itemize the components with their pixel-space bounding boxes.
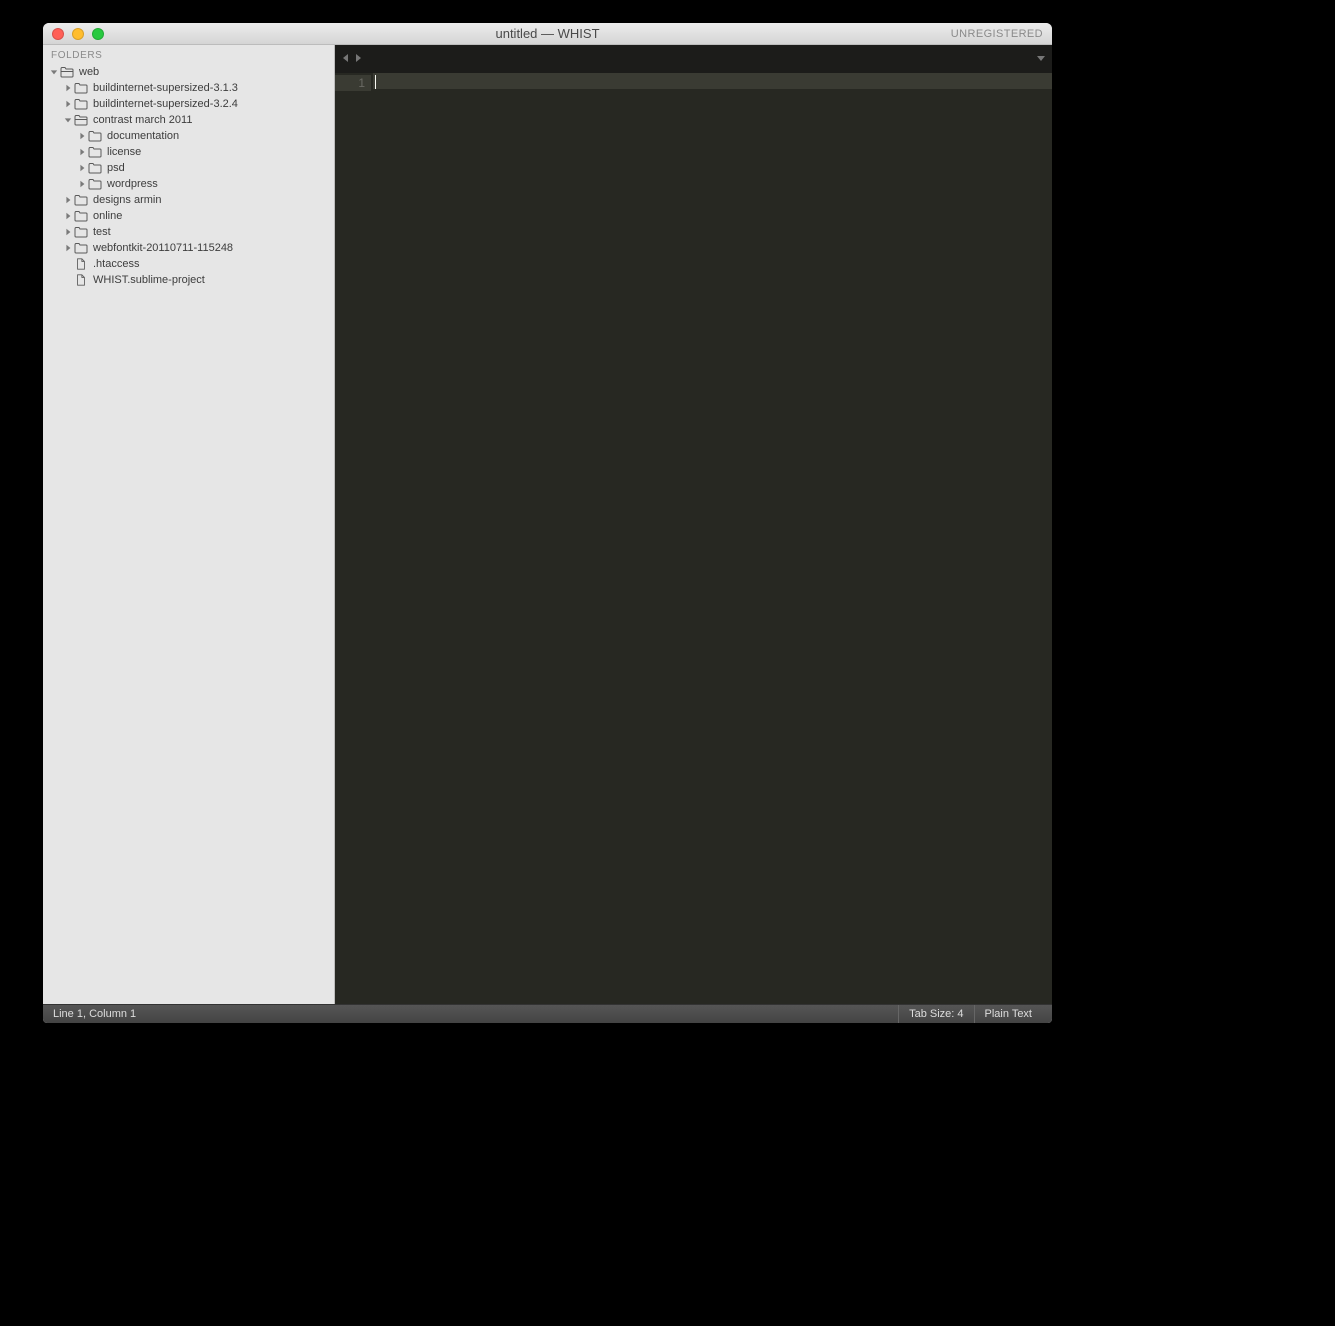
unregistered-label: UNREGISTERED <box>951 28 1043 40</box>
tree-item-label: wordpress <box>107 178 158 190</box>
tree-item-label: buildinternet-supersized-3.2.4 <box>93 98 238 110</box>
tree-file[interactable]: WHIST.sublime-project <box>43 272 334 288</box>
disclosure-icon[interactable] <box>77 147 87 157</box>
folder-icon <box>87 145 103 159</box>
disclosure-icon[interactable] <box>63 195 73 205</box>
tree-folder[interactable]: webfontkit-20110711-115248 <box>43 240 334 256</box>
tree-item-label: WHIST.sublime-project <box>93 274 205 286</box>
folder-icon <box>87 177 103 191</box>
traffic-lights <box>52 28 104 40</box>
tree-item-label: .htaccess <box>93 258 139 270</box>
app-window: untitled — WHIST UNREGISTERED FOLDERS we… <box>43 23 1052 1023</box>
tree-item-label: buildinternet-supersized-3.1.3 <box>93 82 238 94</box>
tab-bar <box>335 45 1052 73</box>
tree-item-label: online <box>93 210 122 222</box>
tree-folder[interactable]: documentation <box>43 128 334 144</box>
disclosure-icon[interactable] <box>63 211 73 221</box>
sidebar: FOLDERS web buildinternet-supersized-3.1.… <box>43 45 335 1004</box>
tree-folder[interactable]: designs armin <box>43 192 334 208</box>
tree-item-label: contrast march 2011 <box>93 114 192 126</box>
tree-item-label: web <box>79 66 99 78</box>
titlebar: untitled — WHIST UNREGISTERED <box>43 23 1052 45</box>
line-gutter: 1 <box>335 73 373 1004</box>
tree-item-label: documentation <box>107 130 179 142</box>
nav-forward-icon[interactable] <box>353 50 363 68</box>
tree-folder[interactable]: online <box>43 208 334 224</box>
disclosure-icon[interactable] <box>77 179 87 189</box>
line-number: 1 <box>335 75 371 91</box>
disclosure-icon[interactable] <box>63 227 73 237</box>
disclosure-icon <box>63 259 73 269</box>
folder-icon <box>73 225 89 239</box>
tree-folder[interactable]: web <box>43 64 334 80</box>
file-icon <box>73 273 89 287</box>
tree-folder[interactable]: buildinternet-supersized-3.1.3 <box>43 80 334 96</box>
disclosure-icon[interactable] <box>49 67 59 77</box>
folder-icon <box>73 209 89 223</box>
code-editor[interactable]: 1 <box>335 73 1052 1004</box>
tab-dropdown-icon[interactable] <box>1036 50 1046 68</box>
status-tab-size[interactable]: Tab Size: 4 <box>898 1005 973 1023</box>
disclosure-icon[interactable] <box>63 83 73 93</box>
disclosure-icon[interactable] <box>63 115 73 125</box>
minimize-button[interactable] <box>72 28 84 40</box>
folder-icon <box>73 193 89 207</box>
tree-folder[interactable]: buildinternet-supersized-3.2.4 <box>43 96 334 112</box>
close-button[interactable] <box>52 28 64 40</box>
tree-folder[interactable]: psd <box>43 160 334 176</box>
status-cursor-position[interactable]: Line 1, Column 1 <box>53 1005 146 1023</box>
disclosure-icon[interactable] <box>63 243 73 253</box>
folder-icon <box>73 97 89 111</box>
tree-folder[interactable]: wordpress <box>43 176 334 192</box>
tree-item-label: designs armin <box>93 194 161 206</box>
zoom-button[interactable] <box>92 28 104 40</box>
sidebar-header: FOLDERS <box>43 45 334 64</box>
active-line-highlight <box>373 73 1052 89</box>
tree-item-label: webfontkit-20110711-115248 <box>93 242 233 254</box>
window-title: untitled — WHIST <box>43 26 1052 41</box>
folder-open-icon <box>59 65 75 79</box>
folder-open-icon <box>73 113 89 127</box>
text-area[interactable] <box>373 73 1052 1004</box>
disclosure-icon[interactable] <box>77 131 87 141</box>
editor-pane: 1 <box>335 45 1052 1004</box>
file-icon <box>73 257 89 271</box>
disclosure-icon[interactable] <box>77 163 87 173</box>
folder-icon <box>73 81 89 95</box>
folder-tree: web buildinternet-supersized-3.1.3 buildin… <box>43 64 334 294</box>
status-bar: Line 1, Column 1 Tab Size: 4 Plain Text <box>43 1004 1052 1023</box>
tree-item-label: test <box>93 226 111 238</box>
text-cursor <box>375 75 376 89</box>
status-syntax[interactable]: Plain Text <box>974 1005 1043 1023</box>
folder-icon <box>73 241 89 255</box>
folder-icon <box>87 161 103 175</box>
nav-back-icon[interactable] <box>341 50 351 68</box>
tree-folder[interactable]: license <box>43 144 334 160</box>
tree-file[interactable]: .htaccess <box>43 256 334 272</box>
disclosure-icon[interactable] <box>63 99 73 109</box>
tree-item-label: license <box>107 146 141 158</box>
tab-history-nav <box>341 50 363 68</box>
tree-folder[interactable]: contrast march 2011 <box>43 112 334 128</box>
tree-folder[interactable]: test <box>43 224 334 240</box>
tree-item-label: psd <box>107 162 125 174</box>
folder-icon <box>87 129 103 143</box>
disclosure-icon <box>63 275 73 285</box>
